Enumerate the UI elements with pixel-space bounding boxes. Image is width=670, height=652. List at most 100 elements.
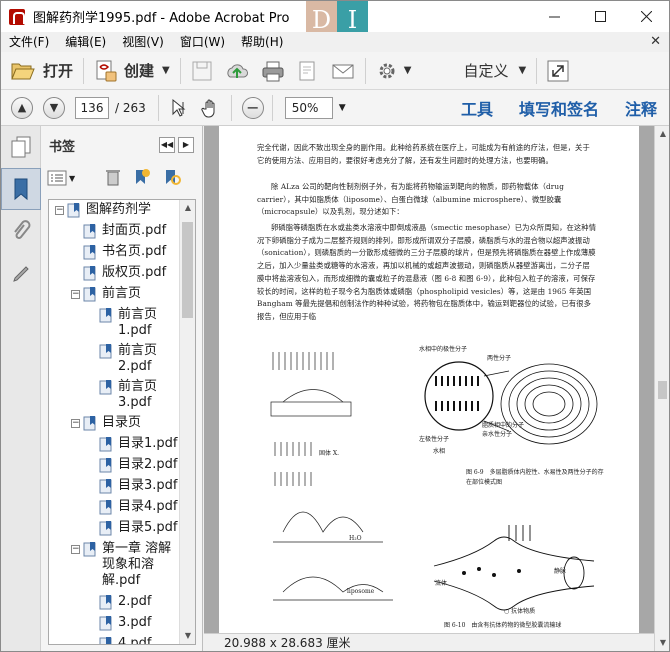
bookmark-item[interactable]: 目录5.pdf: [87, 520, 177, 536]
page-thumbnails-button[interactable]: [1, 126, 41, 168]
minimize-button[interactable]: [531, 1, 577, 32]
bookmark-icon: [99, 479, 112, 494]
zoom-level-field[interactable]: 50%: [284, 96, 333, 119]
expand-icon: [547, 60, 569, 81]
scroll-up-icon[interactable]: ▲: [180, 200, 195, 216]
signatures-button[interactable]: [1, 252, 41, 294]
menu-file[interactable]: 文件(F): [1, 32, 57, 52]
save-button[interactable]: [185, 55, 219, 87]
find-bookmark-button[interactable]: [163, 168, 182, 189]
delete-bookmark-button[interactable]: [105, 168, 121, 189]
maximize-button[interactable]: [577, 1, 623, 32]
bookmark-item[interactable]: 封面页.pdf: [71, 223, 166, 239]
bookmark-item[interactable]: 前言页2.pdf: [87, 343, 178, 375]
toolbar-divider: [364, 57, 366, 84]
collapse-toggle-icon[interactable]: −: [71, 545, 80, 554]
paragraph-2: 除 ALza 公司的靶向性制剂例子外，有为能将药物输运到靶向的物质，即药物载体（…: [257, 182, 564, 217]
bookmark-label: 目录页: [102, 415, 142, 430]
menu-bar: 文件(F) 编辑(E) 视图(V) 窗口(W) 帮助(H) ✕: [1, 32, 669, 52]
bookmark-item[interactable]: 前言页3.pdf: [87, 379, 178, 411]
open-label: 打开: [43, 62, 74, 80]
bookmark-item[interactable]: 4.pdf: [87, 636, 151, 644]
figure-6-9-caption: 图 6-9 多层脂质体内腔性、水易性及两性分子的存在部位模式图: [466, 469, 604, 486]
open-button[interactable]: 打开: [5, 55, 79, 87]
bookmark-label: 书名页.pdf: [102, 244, 167, 259]
select-tool-button[interactable]: [163, 92, 195, 124]
bookmark-tree: − 图解药剂学封面页.pdf 书名页.pdf 版权页.pdf − 前言页前言页1.pdf 前…: [48, 199, 196, 645]
customize-button[interactable]: 自定义 ▼: [457, 55, 532, 87]
scrollbar-thumb[interactable]: [182, 222, 193, 318]
bookmark-label: 前言页3.pdf: [118, 379, 158, 410]
chevron-down-icon[interactable]: ▼: [339, 103, 346, 113]
close-icon: [640, 11, 652, 22]
document-scrollbar[interactable]: ▲ ▼: [654, 126, 669, 651]
fill-and-sign-link[interactable]: 填写和签名: [519, 96, 599, 120]
minus-icon: −: [246, 97, 260, 117]
menu-edit[interactable]: 编辑(E): [57, 32, 114, 52]
close-window-button[interactable]: [623, 1, 669, 32]
previous-page-button[interactable]: ▲: [11, 96, 33, 119]
zoom-out-button[interactable]: −: [241, 96, 264, 119]
bookmark-options-button[interactable]: ▼: [47, 170, 75, 186]
bookmark-item[interactable]: 3.pdf: [87, 615, 151, 631]
bookmark-label: 第一章 溶解现象和溶解.pdf: [102, 541, 172, 588]
scroll-down-icon[interactable]: ▼: [180, 628, 195, 644]
save-icon: [192, 61, 212, 80]
hand-tool-button[interactable]: [195, 92, 227, 124]
next-page-button[interactable]: ▼: [43, 96, 65, 119]
bookmark-label: 前言页2.pdf: [118, 343, 158, 374]
cloud-upload-button[interactable]: [219, 55, 255, 87]
bookmark-item[interactable]: − 目录页: [71, 415, 141, 431]
menu-view[interactable]: 视图(V): [114, 32, 172, 52]
bookmark-icon: [99, 437, 112, 452]
email-button[interactable]: [325, 55, 361, 87]
bookmark-scrollbar[interactable]: ▲ ▼: [179, 200, 195, 644]
scroll-up-icon[interactable]: ▲: [655, 126, 670, 142]
fullscreen-button[interactable]: [541, 55, 575, 87]
scrollbar-thumb[interactable]: [658, 381, 667, 399]
bookmarks-tab-button[interactable]: [1, 168, 41, 210]
bookmark-label: 2.pdf: [118, 594, 152, 609]
bookmark-item[interactable]: 版权页.pdf: [71, 265, 166, 281]
collapse-toggle-icon[interactable]: −: [55, 206, 64, 215]
menu-window[interactable]: 窗口(W): [172, 32, 233, 52]
total-pages: / 263: [115, 100, 146, 115]
bookmark-item[interactable]: 2.pdf: [87, 594, 151, 610]
bookmark-icon: [99, 521, 112, 536]
bookmark-item[interactable]: 书名页.pdf: [71, 244, 166, 260]
settings-button[interactable]: ▼: [370, 55, 418, 87]
scroll-down-icon[interactable]: ▼: [655, 635, 670, 651]
figure-label: 水相: [433, 448, 446, 455]
page-number-input[interactable]: 136: [75, 96, 109, 119]
maximize-icon: [594, 11, 606, 22]
tools-link[interactable]: 工具: [461, 96, 493, 120]
collapse-toggle-icon[interactable]: −: [71, 419, 80, 428]
document-viewport[interactable]: 完全代谢，因此不致出现全身的副作用。此种给药系统在医疗上，可能成为有前途的疗法，…: [204, 126, 654, 633]
create-button[interactable]: 创建 ▼: [88, 55, 176, 87]
bookmark-label: 3.pdf: [118, 615, 152, 630]
create-label: 创建: [124, 62, 155, 80]
edit-pdf-button[interactable]: [291, 55, 325, 87]
new-bookmark-button[interactable]: [133, 168, 151, 189]
collapse-toggle-icon[interactable]: −: [71, 290, 80, 299]
figure-6-9-multilayer-liposome: [424, 361, 598, 445]
bookmark-icon: [83, 224, 96, 239]
bookmark-item[interactable]: 前言页1.pdf: [87, 307, 178, 339]
attachments-button[interactable]: [1, 210, 41, 252]
menu-help[interactable]: 帮助(H): [233, 32, 291, 52]
collapse-panel-icon[interactable]: ◀◀: [159, 137, 175, 153]
bookmark-item[interactable]: − 前言页: [71, 286, 141, 302]
bookmark-item[interactable]: 目录2.pdf: [87, 457, 177, 473]
bookmark-item[interactable]: 目录3.pdf: [87, 478, 177, 494]
close-document-icon[interactable]: ✕: [650, 32, 661, 52]
bookmark-icon: [14, 178, 28, 201]
bookmark-item[interactable]: − 图解药剂学: [55, 202, 151, 218]
create-pdf-icon: [96, 60, 117, 81]
customize-label: 自定义: [463, 62, 509, 80]
bookmark-item[interactable]: 目录4.pdf: [87, 499, 177, 515]
bookmark-item[interactable]: 目录1.pdf: [87, 436, 177, 452]
comment-link[interactable]: 注释: [625, 96, 657, 120]
expand-panel-icon[interactable]: ▶: [178, 137, 194, 153]
print-button[interactable]: [255, 55, 291, 87]
bookmark-item[interactable]: − 第一章 溶解现象和溶解.pdf: [71, 541, 174, 589]
